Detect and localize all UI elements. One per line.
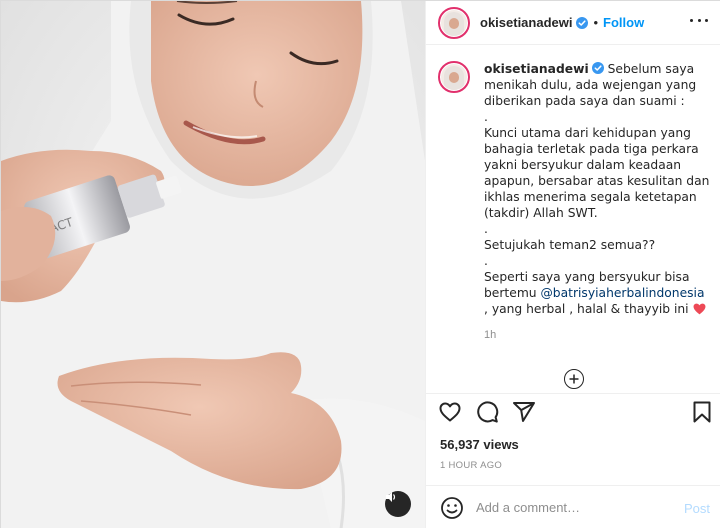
video-frame: ACT (1, 1, 425, 528)
comment-input[interactable] (476, 500, 676, 515)
caption-body-text: Sebelum saya menikah dulu, ada wejengan … (484, 62, 710, 300)
post-details-panel: okisetianadewi • Follow okisetianadewi S… (425, 1, 720, 528)
comments-area[interactable]: okisetianadewi Sebelum saya menikah dulu… (426, 45, 720, 393)
more-options-icon[interactable] (690, 17, 708, 23)
emoji-icon[interactable] (440, 496, 464, 520)
caption-username[interactable]: okisetianadewi (484, 62, 589, 76)
post-comment-button[interactable]: Post (684, 501, 710, 516)
separator-dot: • (593, 15, 599, 30)
post-timestamp[interactable]: 1 HOUR AGO (440, 460, 502, 471)
caption-body: okisetianadewi Sebelum saya menikah dulu… (484, 61, 710, 341)
post-window: ACT okisetianadewi • Follow okisetianade… (0, 0, 720, 528)
speaker-icon (386, 492, 396, 502)
post-video[interactable]: ACT (1, 1, 425, 528)
view-count[interactable]: 56,937 views (440, 437, 519, 452)
share-icon[interactable] (512, 400, 536, 424)
verified-badge-icon (576, 16, 589, 29)
verified-badge-icon (591, 62, 604, 74)
post-username[interactable]: okisetianadewi (480, 15, 572, 30)
caption-age[interactable]: 1h (484, 329, 710, 341)
plus-circle-icon[interactable] (564, 369, 584, 389)
caption-avatar[interactable] (438, 61, 470, 93)
avatar[interactable] (438, 6, 470, 39)
action-bar (426, 393, 720, 429)
sound-toggle-button[interactable] (385, 491, 411, 517)
bookmark-icon[interactable] (690, 400, 714, 424)
heart-icon[interactable] (438, 400, 462, 424)
follow-button[interactable]: Follow (603, 15, 644, 30)
red-heart-emoji-icon (693, 303, 705, 315)
comment-icon[interactable] (475, 400, 499, 424)
post-header: okisetianadewi • Follow (426, 1, 720, 45)
caption-tail-text: , yang herbal , halal & thayyib ini (484, 302, 693, 316)
mention-link[interactable]: @batrisyiaherbalindonesia (541, 286, 705, 300)
caption-text: okisetianadewi Sebelum saya menikah dulu… (484, 61, 710, 317)
add-comment-form: Post (426, 485, 720, 528)
caption: okisetianadewi Sebelum saya menikah dulu… (438, 61, 710, 341)
